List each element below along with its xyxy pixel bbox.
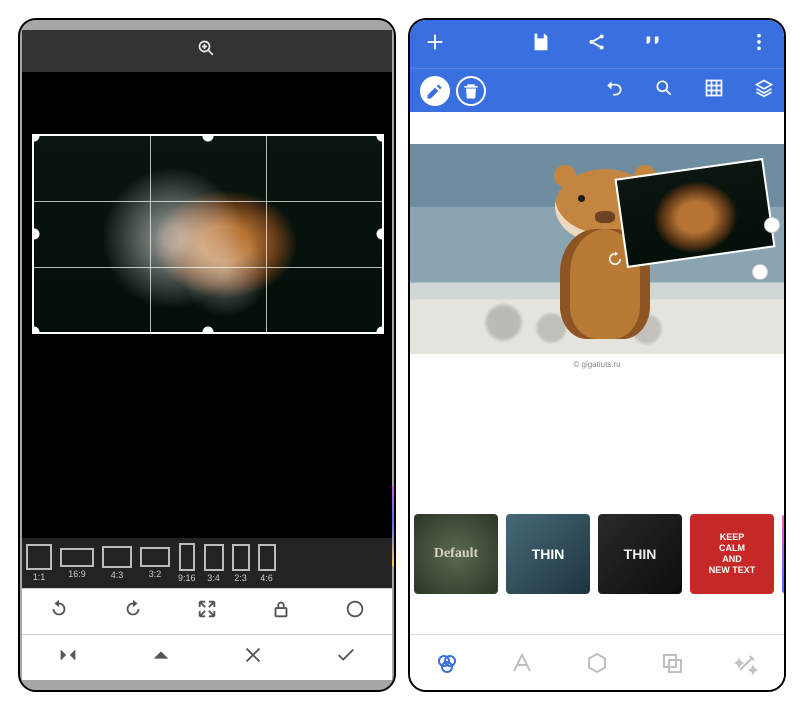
crop-handle-br[interactable]: [377, 327, 385, 335]
overlay-resize-handle-br[interactable]: [752, 264, 768, 280]
ratio-label: 3:2: [149, 569, 162, 579]
tab-text[interactable]: [485, 635, 560, 690]
ratio-16-9[interactable]: 16:9: [60, 548, 94, 579]
crop-handle-bl[interactable]: [32, 327, 40, 335]
delete-layer-button[interactable]: [456, 76, 486, 106]
confirm-button[interactable]: [335, 644, 357, 671]
ratio-label: 9:16: [178, 573, 196, 583]
bottom-tab-bar: [410, 634, 784, 690]
tab-shapes[interactable]: [560, 635, 635, 690]
ratio-3-4[interactable]: 3:4: [204, 544, 224, 583]
crop-handle-tc[interactable]: [203, 134, 214, 142]
crop-grid[interactable]: [32, 134, 384, 334]
ratio-label: 3:4: [207, 573, 220, 583]
edit-layer-button[interactable]: [420, 76, 450, 106]
flip-horizontal-icon[interactable]: [57, 644, 79, 671]
sub-toolbar-right: [604, 78, 774, 103]
overflow-menu-icon[interactable]: [748, 31, 770, 58]
expand-icon[interactable]: [196, 598, 218, 625]
crop-handle-ml[interactable]: [32, 229, 40, 240]
image-credit: © gigatiuts.ru: [410, 360, 784, 369]
ratio-label: 1:1: [33, 572, 46, 582]
tab-overlay[interactable]: [634, 635, 709, 690]
ratio-shape-icon: [60, 548, 94, 567]
crop-tool-row-2: [22, 634, 392, 680]
circle-icon[interactable]: [344, 598, 366, 625]
ratio-2-3[interactable]: 2:3: [232, 544, 250, 583]
ratio-label: 2:3: [234, 573, 247, 583]
sub-toolbar: [410, 68, 784, 112]
zoom-bar: [22, 30, 392, 72]
ratio-shape-icon: [258, 544, 276, 571]
crop-canvas[interactable]: [22, 72, 392, 538]
ratio-label: 16:9: [68, 569, 86, 579]
crop-modal: 1:1 16:9 4:3 3:2 9:16 3:4 2:3 4:6: [22, 30, 392, 680]
style-thumb-2[interactable]: THIN: [598, 514, 682, 594]
save-button[interactable]: [530, 31, 552, 58]
overlay-resize-handle-r[interactable]: [764, 217, 780, 233]
ratio-shape-icon: [232, 544, 250, 571]
top-toolbar-center: [530, 31, 664, 58]
editor-canvas[interactable]: © gigatiuts.ru: [410, 112, 784, 512]
ratio-label: 4:6: [260, 573, 273, 583]
ratio-9-16[interactable]: 9:16: [178, 543, 196, 583]
rotate-cw-icon[interactable]: [122, 598, 144, 625]
grid-line-h1: [34, 201, 382, 202]
lock-icon[interactable]: [270, 598, 292, 625]
phone-crop-editor: 1:1 16:9 4:3 3:2 9:16 3:4 2:3 4:6: [18, 18, 396, 692]
share-button[interactable]: [586, 31, 608, 58]
crop-handle-tl[interactable]: [32, 134, 40, 142]
tab-effects[interactable]: [709, 635, 784, 690]
crop-image[interactable]: [32, 134, 384, 334]
grid-line-v1: [150, 136, 151, 332]
add-button[interactable]: [424, 31, 446, 58]
flip-vertical-icon[interactable]: [150, 644, 172, 671]
style-thumb-0[interactable]: Default: [414, 514, 498, 594]
rotate-ccw-icon[interactable]: [48, 598, 70, 625]
grid-line-h2: [34, 267, 382, 268]
layers-button[interactable]: [754, 78, 774, 103]
zoom-button[interactable]: [654, 78, 674, 103]
sub-toolbar-left: [420, 76, 486, 106]
crop-handle-bc[interactable]: [203, 327, 214, 335]
aspect-ratio-strip[interactable]: 1:1 16:9 4:3 3:2 9:16 3:4 2:3 4:6: [22, 538, 392, 588]
tab-filters[interactable]: [410, 635, 485, 690]
ratio-shape-icon: [140, 547, 170, 567]
ratio-3-2[interactable]: 3:2: [140, 547, 170, 579]
grid-toggle-button[interactable]: [704, 78, 724, 103]
ratio-1-1[interactable]: 1:1: [26, 544, 52, 582]
phone-main-editor: © gigatiuts.ru DefaultTHINTHINKEEP CALM …: [408, 18, 786, 692]
grid-line-v2: [266, 136, 267, 332]
quote-button[interactable]: [642, 31, 664, 58]
ratio-shape-icon: [26, 544, 52, 570]
ratio-label: 4:3: [111, 570, 124, 580]
style-thumb-3[interactable]: KEEP CALM AND NEW TEXT: [690, 514, 774, 594]
cancel-button[interactable]: [242, 644, 264, 671]
top-toolbar: [410, 20, 784, 68]
ratio-4-3[interactable]: 4:3: [102, 546, 132, 580]
overlay-rotate-handle[interactable]: [606, 250, 624, 268]
crop-handle-tr[interactable]: [377, 134, 385, 142]
ratio-shape-icon: [179, 543, 195, 571]
undo-button[interactable]: [604, 78, 624, 103]
style-thumb-strip[interactable]: DefaultTHINTHINKEEP CALM AND NEW TEXTME: [410, 512, 784, 596]
ratio-shape-icon: [102, 546, 132, 568]
style-thumb-1[interactable]: THIN: [506, 514, 590, 594]
crop-tool-row-1: [22, 588, 392, 634]
ratio-shape-icon: [204, 544, 224, 571]
crop-handle-mr[interactable]: [377, 229, 385, 240]
zoom-in-icon[interactable]: [197, 39, 217, 64]
ratio-4-6[interactable]: 4:6: [258, 544, 276, 583]
style-thumb-4[interactable]: ME: [782, 514, 784, 594]
